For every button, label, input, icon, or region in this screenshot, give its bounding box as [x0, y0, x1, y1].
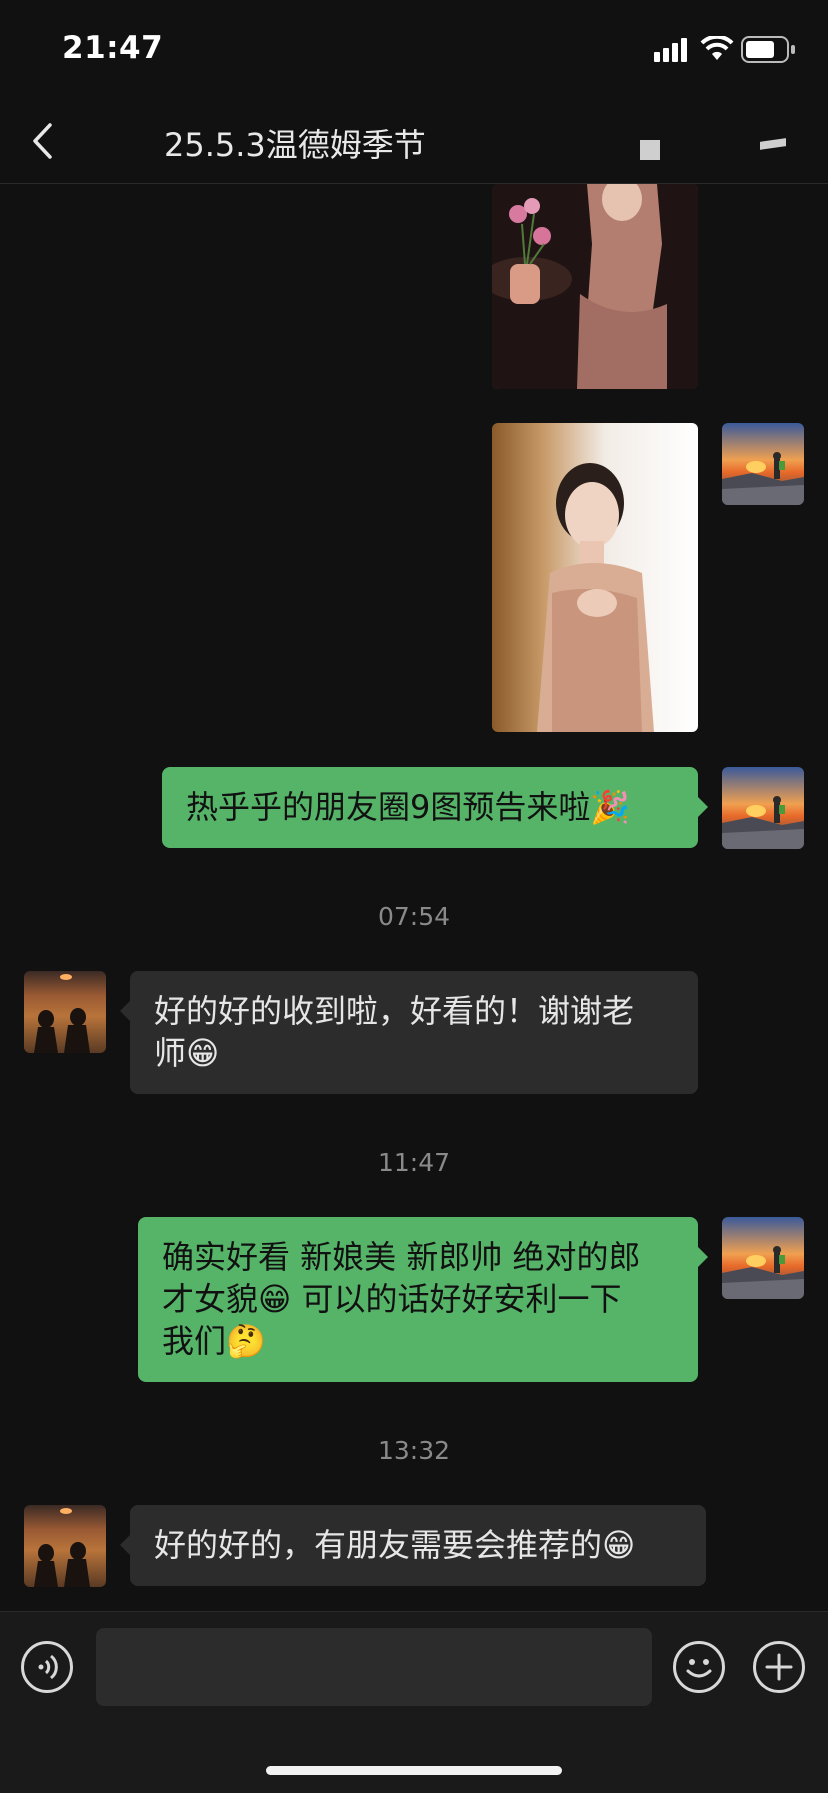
bubble-tail	[120, 1535, 130, 1555]
plus-icon	[765, 1653, 793, 1681]
chat-title[interactable]: 25.5.3温德姆季节	[164, 120, 444, 166]
message-text: 好的好的，有朋友需要会推荐的😁	[154, 1526, 636, 1564]
message-bubble-out[interactable]: 热乎乎的朋友圈9图预告来啦🎉	[162, 767, 698, 848]
avatar-self[interactable]	[722, 423, 804, 505]
avatar-image	[722, 767, 804, 849]
message-line: 好的好的收到啦，好看的！谢谢老	[154, 992, 635, 1030]
photo-content	[492, 184, 698, 389]
message-line: 师😁	[154, 1034, 220, 1072]
chat-image[interactable]	[492, 423, 698, 732]
message-input[interactable]	[96, 1628, 652, 1706]
bubble-tail	[120, 1001, 130, 1021]
avatar-self[interactable]	[722, 1217, 804, 1299]
home-indicator	[266, 1766, 562, 1775]
signal-icon	[654, 38, 687, 62]
battery-icon	[741, 36, 795, 63]
avatar-image	[722, 423, 804, 505]
message-bubble-in[interactable]: 好的好的收到啦，好看的！谢谢老 师😁	[130, 971, 698, 1094]
avatar-contact[interactable]	[24, 971, 106, 1053]
message-text: 热乎乎的朋友圈9图预告来啦🎉	[186, 788, 631, 826]
bubble-tail	[698, 1247, 708, 1267]
status-time: 21:47	[62, 30, 164, 66]
message-line: 才女貌😁 可以的话好好安利一下	[162, 1280, 622, 1318]
emoji-button[interactable]	[673, 1641, 725, 1693]
avatar-image	[24, 1505, 106, 1587]
redaction-block	[640, 140, 660, 160]
photo-content	[492, 423, 698, 732]
timestamp: 11:47	[377, 1148, 451, 1177]
voice-button[interactable]	[21, 1641, 73, 1693]
plus-button[interactable]	[753, 1641, 805, 1693]
bubble-tail	[698, 797, 708, 817]
timestamp: 13:32	[377, 1436, 451, 1465]
emoji-icon	[686, 1659, 712, 1678]
avatar-self[interactable]	[722, 767, 804, 849]
message-line: 确实好看 新娘美 新郎帅 绝对的郎	[162, 1238, 641, 1276]
avatar-contact[interactable]	[24, 1505, 106, 1587]
avatar-image	[722, 1217, 804, 1299]
avatar-image	[24, 971, 106, 1053]
message-line: 我们🤔	[162, 1322, 266, 1360]
timestamp: 07:54	[377, 902, 451, 931]
message-bubble-out[interactable]: 确实好看 新娘美 新郎帅 绝对的郎 才女貌😁 可以的话好好安利一下 我们🤔	[138, 1217, 698, 1382]
wifi-icon	[700, 36, 734, 60]
voice-icon	[38, 1654, 58, 1680]
chat-image[interactable]	[492, 184, 698, 389]
back-chevron-icon[interactable]	[30, 122, 56, 160]
message-bubble-in[interactable]: 好的好的，有朋友需要会推荐的😁	[130, 1505, 706, 1586]
